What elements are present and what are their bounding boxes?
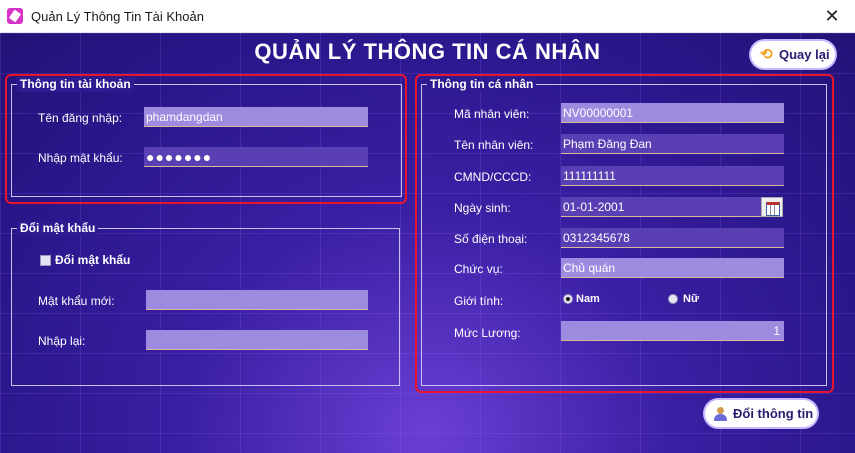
employee-name-label: Tên nhân viên: — [454, 138, 534, 152]
username-label: Tên đăng nhập: — [38, 111, 123, 125]
account-info-title: Thông tin tài khoản — [17, 77, 134, 92]
app-icon — [7, 8, 23, 24]
dob-field[interactable]: 01-01-2001 — [561, 197, 761, 217]
employee-name-field[interactable]: Phạm Đăng Đan — [561, 134, 784, 154]
id-card-label: CMND/CCCD: — [454, 170, 532, 184]
new-password-field[interactable] — [146, 290, 368, 310]
employee-id-label: Mã nhân viên: — [454, 107, 530, 121]
change-password-checkbox-label[interactable]: Đổi mật khẩu — [55, 253, 130, 267]
id-card-field[interactable]: 111111111 — [561, 166, 784, 186]
change-password-title: Đổi mật khẩu — [17, 221, 99, 236]
phone-field[interactable]: 0312345678 — [561, 228, 784, 248]
position-label: Chức vụ: — [454, 262, 503, 276]
close-button[interactable]: ✕ — [809, 0, 855, 33]
window-title: Quản Lý Thông Tin Tài Khoản — [31, 9, 204, 24]
gender-female-label[interactable]: Nữ — [683, 293, 699, 305]
update-info-button-label: Đổi thông tin — [733, 406, 814, 421]
salary-label: Mức Lương: — [454, 326, 521, 340]
title-bar: Quản Lý Thông Tin Tài Khoản ✕ — [0, 0, 855, 33]
undo-arrow-icon — [760, 45, 774, 63]
update-info-button[interactable]: Đổi thông tin — [705, 400, 817, 427]
gender-male-label[interactable]: Nam — [576, 293, 600, 305]
back-button-label: Quay lại — [779, 47, 830, 62]
user-icon — [714, 406, 728, 421]
employee-id-field[interactable]: NV00000001 — [561, 103, 784, 123]
personal-info-title: Thông tin cá nhân — [427, 77, 537, 92]
password-label: Nhập mật khẩu: — [38, 151, 123, 165]
gender-label: Giới tính: — [454, 294, 504, 308]
main-panel: QUẢN LÝ THÔNG TIN CÁ NHÂN Quay lại Thông… — [0, 33, 855, 453]
position-field[interactable]: Chủ quán — [561, 258, 784, 278]
back-button[interactable]: Quay lại — [751, 41, 835, 68]
page-title: QUẢN LÝ THÔNG TIN CÁ NHÂN — [254, 39, 601, 64]
dob-label: Ngày sinh: — [454, 201, 511, 215]
gender-female-radio[interactable] — [668, 294, 678, 304]
password-field[interactable]: ●●●●●●● — [144, 147, 368, 167]
confirm-password-label: Nhập lại: — [38, 334, 86, 348]
phone-label: Số điện thoại: — [454, 232, 528, 246]
gender-male-radio[interactable] — [563, 294, 573, 304]
account-info-group: Thông tin tài khoản — [11, 77, 402, 197]
salary-field[interactable]: 1 — [561, 321, 784, 341]
username-field[interactable]: phamdangdan — [144, 107, 368, 127]
change-password-checkbox[interactable] — [40, 255, 51, 266]
new-password-label: Mật khẩu mới: — [38, 294, 115, 308]
confirm-password-field[interactable] — [146, 330, 368, 350]
calendar-icon[interactable] — [761, 197, 783, 217]
